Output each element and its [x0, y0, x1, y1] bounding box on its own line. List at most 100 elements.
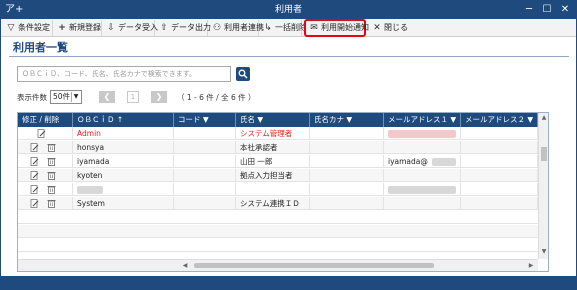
col-email1[interactable]: メールアドレス１ ▼: [384, 113, 461, 127]
next-page-button[interactable]: ❯: [151, 91, 167, 103]
cell-name: [236, 183, 310, 196]
cell-email2: [461, 141, 538, 154]
mail-icon: ✉: [310, 23, 318, 33]
cell-name-kana: [310, 141, 384, 154]
notify-label: 利用開始通知: [321, 23, 369, 32]
scroll-left-icon[interactable]: ◀: [180, 260, 190, 271]
table-row[interactable]: kyoten 拠点入力担当者: [18, 169, 538, 182]
vertical-scrollbar[interactable]: ▲ ▼: [538, 113, 548, 259]
trash-icon[interactable]: [47, 143, 56, 152]
edit-icon[interactable]: [37, 129, 46, 138]
new-button[interactable]: + 新規登録: [54, 20, 102, 36]
cell-email1-text: iyamada@: [388, 157, 428, 166]
cell-name-kana: [310, 183, 384, 196]
cell-code: [174, 127, 236, 140]
filter-button[interactable]: ▽ 条件設定: [3, 20, 53, 36]
search-button[interactable]: [236, 67, 250, 81]
scroll-down-icon[interactable]: ▼: [539, 247, 548, 257]
empty-row: [18, 211, 538, 224]
cell-obcid: [73, 183, 174, 196]
cell-name-kana: [310, 197, 384, 210]
row-actions: [18, 127, 73, 140]
table-row[interactable]: [18, 183, 538, 196]
cell-email2: [461, 169, 538, 182]
col-code[interactable]: コード ▼: [174, 113, 236, 127]
close-window-icon[interactable]: ✕: [556, 2, 574, 18]
search-input[interactable]: [17, 66, 231, 82]
cell-name: 山田 一郎: [236, 155, 310, 168]
table-row[interactable]: Admin システム管理者: [18, 127, 538, 140]
row-actions: [18, 141, 73, 154]
filter-icon: ▽: [7, 23, 15, 33]
bulk-delete-button[interactable]: ↳ 一括削除: [260, 20, 307, 36]
toolbar: ▽ 条件設定 + 新規登録 ⇩ データ受入 ⇧ データ出力 ⚇ 利用者連携 ↳ 一括削除 ✉…: [1, 19, 576, 37]
col-obcid[interactable]: ＯＢＣｉＤ ↑: [73, 113, 174, 127]
cell-code: [174, 183, 236, 196]
cell-email1: [384, 169, 461, 182]
cell-name: 本社承認者: [236, 141, 310, 154]
col-name[interactable]: 氏名 ▼: [236, 113, 310, 127]
page-number[interactable]: 1: [127, 91, 139, 103]
edit-icon[interactable]: [30, 143, 39, 152]
filter-label: 条件設定: [18, 23, 50, 32]
import-button[interactable]: ⇩ データ受入: [103, 20, 158, 36]
notify-button[interactable]: ✉ 利用開始通知: [304, 19, 369, 37]
table-row[interactable]: honsya 本社承認者: [18, 141, 538, 154]
count-label: 表示件数: [17, 93, 47, 102]
trash-icon[interactable]: [47, 157, 56, 166]
horizontal-scrollbar[interactable]: ◀ ▶: [18, 259, 538, 271]
cell-name: システム管理者: [236, 127, 310, 140]
masked-value: [432, 158, 456, 166]
cell-email1: [384, 183, 461, 196]
count-select[interactable]: 50件 ▼: [50, 90, 82, 104]
scroll-thumb[interactable]: [194, 263, 434, 268]
scroll-right-icon[interactable]: ▶: [526, 260, 536, 271]
trash-icon[interactable]: [47, 185, 56, 194]
user-grid: 修正 / 削除 ＯＢＣｉＤ ↑ コード ▼ 氏名 ▼ 氏名カナ ▼ メールアドレ…: [17, 112, 549, 272]
close-icon: ✕: [373, 23, 381, 33]
close-button[interactable]: ✕ 閉じる: [369, 20, 409, 36]
cell-obcid: iyamada: [73, 155, 174, 168]
new-label: 新規登録: [69, 23, 101, 32]
edit-icon[interactable]: [30, 185, 39, 194]
scroll-thumb[interactable]: [541, 147, 547, 161]
cell-email1: [384, 197, 461, 210]
cell-email1: [384, 127, 461, 140]
cell-email2: [461, 127, 538, 140]
cell-name: 拠点入力担当者: [236, 169, 310, 182]
count-value: 50件: [53, 92, 71, 101]
cell-email2: [461, 155, 538, 168]
cell-code: [174, 141, 236, 154]
link-label: 利用者連携: [224, 23, 264, 32]
cell-obcid: kyoten: [73, 169, 174, 182]
table-row[interactable]: iyamada 山田 一郎 iyamada@: [18, 155, 538, 168]
edit-icon[interactable]: [30, 199, 39, 208]
scroll-up-icon[interactable]: ▲: [539, 113, 548, 123]
table-row[interactable]: System システム連携ＩＤ: [18, 197, 538, 210]
bulk-delete-label: 一括削除: [275, 23, 307, 32]
link-button[interactable]: ⚇ 利用者連携: [209, 20, 264, 36]
row-actions: [18, 169, 73, 182]
trash-icon[interactable]: [47, 199, 56, 208]
cell-code: [174, 169, 236, 182]
chevron-down-icon: ▼: [71, 92, 80, 102]
col-name-kana[interactable]: 氏名カナ ▼: [310, 113, 384, 127]
edit-icon[interactable]: [30, 171, 39, 180]
cell-email1: iyamada@: [384, 155, 461, 168]
cell-obcid: Admin: [73, 127, 174, 140]
export-button[interactable]: ⇧ データ出力: [156, 20, 211, 36]
edit-icon[interactable]: [30, 157, 39, 166]
trash-icon[interactable]: [47, 171, 56, 180]
export-label: データ出力: [171, 23, 211, 32]
prev-page-button[interactable]: ❮: [99, 91, 115, 103]
pager-info: （ 1 - 6 件 / 全 6 件 ）: [177, 93, 256, 102]
maximize-icon[interactable]: ☐: [538, 2, 556, 18]
col-edit-delete: 修正 / 削除: [18, 113, 73, 127]
title-bar: ア+ 利用者 ─ ☐ ✕: [1, 1, 576, 19]
window-title: 利用者: [274, 5, 302, 15]
cell-obcid: System: [73, 197, 174, 210]
title-divider: [9, 56, 569, 57]
col-email2[interactable]: メールアドレス２ ▼: [461, 113, 538, 127]
app-window: ア+ 利用者 ─ ☐ ✕ ▽ 条件設定 + 新規登録 ⇩ データ受入 ⇧ データ出力 ⚇…: [0, 0, 577, 290]
minimize-icon[interactable]: ─: [520, 2, 538, 18]
